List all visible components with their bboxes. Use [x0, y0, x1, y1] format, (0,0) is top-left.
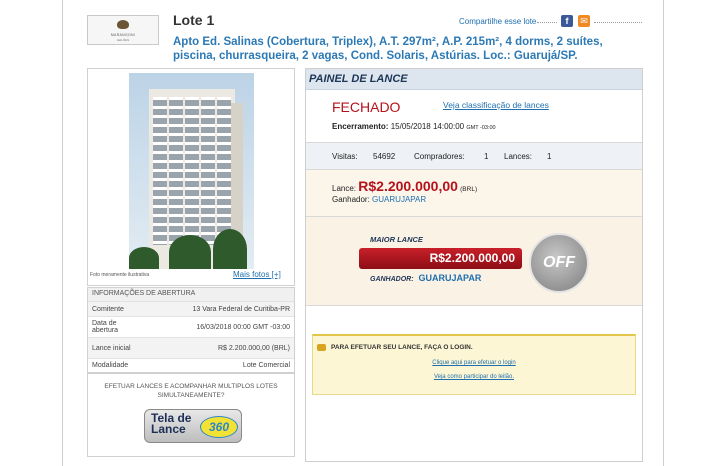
multi-lot-panel: EFETUAR LANCES E ACOMPANHAR MULTIPLOS LO…	[87, 373, 295, 457]
stats-row: Visitas: 54692 Compradores: 1 Lances: 1	[306, 143, 642, 170]
classification-link[interactable]: Veja classificação de lances	[443, 100, 549, 110]
lote-title: Lote 1	[173, 12, 215, 28]
email-share-icon[interactable]: ✉	[578, 15, 590, 27]
logo-name: MARANGONI	[110, 33, 136, 37]
tela-de-lance-button[interactable]: Tela de Lance 360	[144, 409, 242, 443]
row-label: Modalidade	[92, 362, 129, 369]
bids-label: Lances:	[504, 152, 533, 161]
row-value: 16/03/2018 00:00 GMT -03:00	[196, 323, 290, 331]
winner2-label: GANHADOR:	[370, 276, 414, 283]
highest-bid-title: MAIOR LANCE	[370, 235, 423, 244]
winner-line: Ganhador: GUARUJAPAR	[332, 195, 426, 204]
logo-mark-icon	[117, 20, 129, 29]
logo-sub: LEILÕES	[116, 38, 130, 42]
lock-icon	[317, 344, 326, 351]
palm-tree	[213, 229, 247, 269]
multi-lot-text: EFETUAR LANCES E ACOMPANHAR MULTIPLOS LO…	[104, 383, 278, 399]
closing-label: Encerramento:	[332, 122, 389, 131]
info-heading: INFORMAÇÕES DE ABERTURA	[88, 288, 294, 301]
auctioneer-logo[interactable]: MARANGONI LEILÕES	[87, 15, 159, 45]
row-label: Comitente	[92, 305, 124, 313]
current-bid-section: Lance: R$2.200.000,00 (BRL) Ganhador: GU…	[306, 170, 642, 217]
login-message: PARA EFETUAR SEU LANCE, FAÇA O LOGIN.	[331, 344, 473, 351]
bid-currency: (BRL)	[460, 186, 478, 193]
tela-de-lance-label: Tela de Lance	[151, 412, 191, 436]
winner-value: GUARUJAPAR	[372, 195, 427, 204]
palm-tree	[169, 235, 211, 269]
status-label: FECHADO	[332, 99, 401, 115]
highest-bid-winner: GANHADOR: GUARUJAPAR	[370, 273, 481, 283]
off-badge: OFF	[529, 233, 589, 293]
table-row: Comitente 13 Vara Federal de Curitiba-PR	[88, 301, 294, 316]
buyers-label: Compradores:	[414, 152, 465, 161]
bids-value: 1	[547, 152, 552, 161]
bid-panel-header: PAINEL DE LANCE	[306, 69, 642, 90]
bid-panel: PAINEL DE LANCE FECHADO Veja classificaç…	[305, 68, 643, 462]
bid-label: Lance:	[332, 184, 357, 193]
winner2-value: GUARUJAPAR	[418, 273, 482, 283]
login-link[interactable]: Clique aqui para efetuar o login	[313, 360, 635, 366]
bid-value: R$2.200.000,00	[358, 178, 458, 194]
building-columns	[153, 97, 231, 245]
row-value: R$ 2.200.000,00 (BRL)	[218, 344, 290, 352]
opening-info-table: INFORMAÇÕES DE ABERTURA Comitente 13 Var…	[87, 287, 295, 373]
closing-timezone: GMT -03:00	[466, 125, 496, 131]
facebook-share-icon[interactable]: f	[561, 15, 573, 27]
more-photos-link[interactable]: Mais fotos [+]	[233, 270, 281, 279]
login-notice: PARA EFETUAR SEU LANCE, FAÇA O LOGIN. Cl…	[312, 334, 636, 395]
highest-bid-section: MAIOR LANCE R$2.200.000,00 GANHADOR: GUA…	[306, 217, 642, 306]
highest-bid-value: R$2.200.000,00	[359, 248, 522, 269]
row-value: Lote Comercial	[242, 362, 290, 369]
row-label: Data de abertura	[92, 320, 119, 334]
table-row: Lance inicial R$ 2.200.000,00 (BRL)	[88, 337, 294, 358]
share-label: Compartilhe esse lote	[459, 17, 537, 26]
tela-line2: Lance	[151, 422, 186, 436]
bid-panel-title: PAINEL DE LANCE	[309, 73, 408, 85]
lote-description: Apto Ed. Salinas (Cobertura, Triplex), A…	[173, 36, 603, 62]
palm-tree	[129, 247, 159, 269]
table-row: Modalidade Lote Comercial	[88, 358, 294, 372]
current-bid-line: Lance: R$2.200.000,00 (BRL)	[332, 178, 477, 194]
row-value: 13 Vara Federal de Curitiba-PR	[192, 305, 290, 313]
share-divider	[537, 22, 557, 23]
buyers-value: 1	[484, 152, 489, 161]
badge-360-icon: 360	[200, 416, 238, 438]
row-label: Lance inicial	[92, 344, 131, 352]
visits-label: Visitas:	[332, 152, 358, 161]
photo-panel	[87, 68, 295, 286]
closing-info: Encerramento: 15/05/2018 14:00:00 GMT -0…	[332, 122, 496, 131]
table-row: Data de abertura 16/03/2018 00:00 GMT -0…	[88, 316, 294, 337]
visits-value: 54692	[373, 152, 396, 161]
closing-value: 15/05/2018 14:00:00	[390, 122, 465, 131]
status-section: FECHADO Veja classificação de lances Enc…	[306, 90, 642, 143]
building-photo[interactable]	[129, 73, 254, 269]
winner-label: Ganhador:	[332, 195, 370, 204]
share-divider-right	[594, 22, 642, 23]
photo-caption: Foto meramente ilustrativa	[90, 272, 150, 278]
how-to-participate-link[interactable]: Veja como participar do leilão.	[313, 374, 635, 380]
